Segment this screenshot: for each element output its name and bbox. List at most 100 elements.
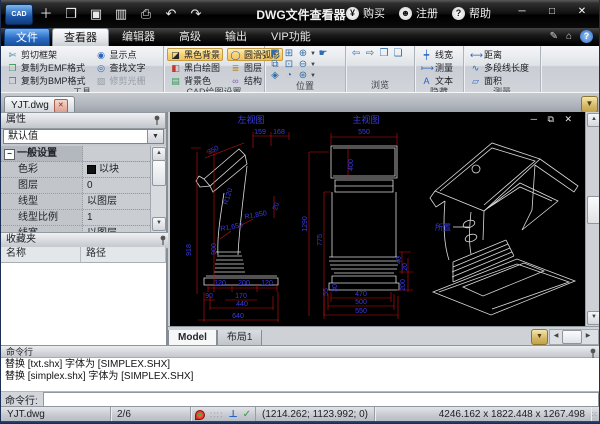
ribbon-button-g0-c1-r0[interactable]: ◉显示点	[93, 48, 149, 61]
help-label: 帮助	[469, 5, 491, 21]
ribbon-button-g1-c0-r0[interactable]: ◪黑色背景	[167, 48, 223, 61]
scroll-down-icon[interactable]: ▼	[152, 217, 166, 231]
ribbon-icon-g2-r2-c2[interactable]: ⊛	[296, 70, 310, 81]
buy-button[interactable]: ¥购买	[346, 5, 385, 21]
maximize-button[interactable]: □	[539, 4, 565, 19]
ribbon-icon-g2-r0-c1[interactable]: ⊞	[282, 48, 296, 59]
preset-dropdown[interactable]: 默认值 ▼	[3, 129, 164, 144]
chevron-down-icon[interactable]: ▼	[310, 62, 316, 68]
ribbon-icon-g3-r0-c3[interactable]: ❏	[391, 48, 405, 59]
scroll-left-icon[interactable]: ◀	[550, 330, 562, 344]
scroll-up-icon[interactable]: ▲	[587, 113, 600, 127]
ribbon-icon-g2-r2-c0[interactable]: ◈	[268, 70, 282, 81]
grid-icon[interactable]: ∷∷	[210, 409, 223, 421]
ortho-icon[interactable]: ⊥	[228, 409, 237, 421]
ribbon-icon-g2-r0-c3[interactable]: ☛	[316, 48, 330, 59]
ribbon-icon-g2-r1-c1[interactable]: ⊡	[282, 59, 296, 70]
help-button[interactable]: ?帮助	[452, 5, 491, 21]
menu-tab-查看器[interactable]: 查看器	[52, 28, 109, 47]
ribbon-icon-g2-r0-c0[interactable]: ◩	[268, 48, 282, 59]
help-icon[interactable]: ?	[580, 30, 593, 43]
ribbon-button-g1-c0-r1[interactable]: ◧黑白绘图	[167, 61, 223, 74]
favorites-column-0[interactable]: 名称	[1, 247, 81, 262]
menu-tab-编辑器[interactable]: 编辑器	[111, 28, 166, 46]
ribbon-column: ✄剪切框架❐复制为EMF格式❐复制为BMP格式	[4, 48, 89, 87]
chevron-down-icon[interactable]: ▼	[147, 130, 163, 143]
layout-chevron-icon[interactable]: ▼	[531, 329, 548, 345]
resize-grip[interactable]: ⁙	[591, 408, 600, 421]
ribbon-button-g1-c0-r2[interactable]: ▤背景色	[167, 74, 223, 87]
menu-tab-VIP功能[interactable]: VIP功能	[260, 28, 322, 46]
scrollbar-thumb[interactable]	[562, 330, 582, 344]
dimension-label: 170	[235, 293, 247, 300]
property-row-1[interactable]: 图层0	[1, 178, 166, 194]
app-window: CAD ＋❒▣▥⎙↶↷ DWG文件查看器 ¥购买☻注册?帮助 ─ □ ✕ 文件查…	[0, 0, 600, 424]
layout-tab-Model[interactable]: Model	[168, 330, 217, 346]
favorites-column-1[interactable]: 路径	[81, 247, 166, 262]
home-icon[interactable]: ⌂	[566, 31, 572, 42]
tab-list-chevron-icon[interactable]: ▼	[581, 96, 598, 113]
ribbon-button-g0-c0-r1[interactable]: ❐复制为EMF格式	[4, 61, 89, 74]
ribbon-button-g0-c0-r0[interactable]: ✄剪切框架	[4, 48, 89, 61]
menu-tab-高级[interactable]: 高级	[168, 28, 212, 46]
chevron-down-icon[interactable]: ▼	[310, 73, 316, 79]
scroll-up-icon[interactable]: ▲	[152, 147, 166, 161]
ribbon-button-label: 黑白绘图	[184, 61, 220, 74]
property-grid-scrollbar[interactable]: ▲ ▼	[150, 146, 166, 232]
menu-tab-输出[interactable]: 输出	[214, 28, 258, 46]
ribbon: ✄剪切框架❐复制为EMF格式❐复制为BMP格式◉显示点◎查找文字▨修剪光栅工具◪…	[1, 46, 600, 93]
favorites-list[interactable]	[1, 263, 166, 345]
ribbon-icon-g2-r0-c2[interactable]: ⊕	[296, 48, 310, 59]
pin-icon[interactable]	[153, 115, 161, 130]
ribbon-icon-g2-r1-c0[interactable]: ⧉	[268, 59, 282, 70]
snap-marker-icon[interactable]	[195, 410, 205, 420]
ribbon-button-g0-c1-r1[interactable]: ◎查找文字	[93, 61, 149, 74]
dimension-label: 120	[261, 280, 273, 287]
command-input[interactable]	[43, 392, 599, 407]
ribbon-button-icon: ⟼	[421, 63, 432, 73]
ribbon-button-g5-c0-r0[interactable]: ⟷距离	[467, 48, 532, 61]
ribbon-button-g4-c0-r0[interactable]: ┿线宽	[418, 48, 456, 61]
register-button[interactable]: ☻注册	[399, 5, 438, 21]
ribbon-icon-row: ◩⊞⊕▼☛	[268, 48, 330, 59]
edit-check-icon[interactable]: ✓	[243, 409, 251, 421]
ribbon-icon-g3-r0-c0[interactable]: ⇦	[349, 48, 363, 59]
property-row-0[interactable]: 色彩以块	[1, 162, 166, 178]
scrollbar-thumb[interactable]	[152, 160, 166, 186]
dimension-label: 775	[317, 234, 324, 246]
ribbon-button-g5-c0-r2[interactable]: ▱面积	[467, 74, 532, 87]
ribbon-button-g4-c0-r2[interactable]: A文本	[418, 74, 456, 87]
ribbon-button-g5-c0-r1[interactable]: ∿多段线长度	[467, 61, 532, 74]
ribbon-icon-g3-r0-c1[interactable]: ⇨	[363, 48, 377, 59]
scrollbar-thumb[interactable]	[587, 196, 600, 224]
property-group-row[interactable]: −一般设置	[1, 146, 166, 162]
ribbon-icon-g2-r1-c2[interactable]: ⊖	[296, 59, 310, 70]
tab-close-icon[interactable]: ✕	[54, 99, 68, 113]
ribbon-icon-g3-r0-c2[interactable]: ❒	[377, 48, 391, 59]
property-grid: −一般设置色彩以块图层0线型以图层线型比例1线宽以图层	[1, 146, 166, 232]
close-button[interactable]: ✕	[569, 4, 595, 19]
minimize-button[interactable]: ─	[509, 4, 535, 19]
ribbon-icon-g2-r2-c1[interactable]: ◔	[282, 70, 296, 81]
scroll-right-icon[interactable]: ▶	[582, 330, 594, 344]
drawing-viewport[interactable]: 左视图主视图159168350R120R1,850R1,650918900201…	[170, 112, 586, 326]
dimension-label: 440	[236, 301, 248, 308]
collapse-icon[interactable]: −	[4, 149, 15, 160]
ribbon-button-g4-c0-r1[interactable]: ⟼测量	[418, 61, 456, 74]
mdi-window-controls[interactable]: ─ ⧉ ✕	[531, 114, 576, 125]
ribbon-button-g0-c0-r2[interactable]: ❐复制为BMP格式	[4, 74, 89, 87]
layout-tab-布局1[interactable]: 布局1	[217, 330, 263, 346]
pencil-icon[interactable]: ✎	[550, 31, 558, 42]
canvas-vertical-scrollbar[interactable]: ▲ ▼	[585, 112, 600, 326]
dimension-label: 左视图	[237, 114, 264, 125]
dimension-labels: 左视图主视图159168350R120R1,850R1,650918900201…	[186, 114, 451, 320]
property-row-2[interactable]: 线型以图层	[1, 194, 166, 210]
property-row-3[interactable]: 线型比例1	[1, 210, 166, 226]
ribbon-button-icon: ▨	[96, 76, 107, 86]
command-history[interactable]: 替换 [txt.shx] 字体为 [SIMPLEX.SHX]替换 [simple…	[1, 358, 600, 391]
menu-tab-文件[interactable]: 文件	[4, 28, 50, 47]
canvas-horizontal-scrollbar[interactable]: ◀ ▶	[549, 329, 599, 345]
scroll-down-icon[interactable]: ▼	[587, 311, 600, 325]
document-tab-label: YJT.dwg	[11, 100, 49, 111]
ribbon-button-icon: ◎	[96, 63, 107, 73]
